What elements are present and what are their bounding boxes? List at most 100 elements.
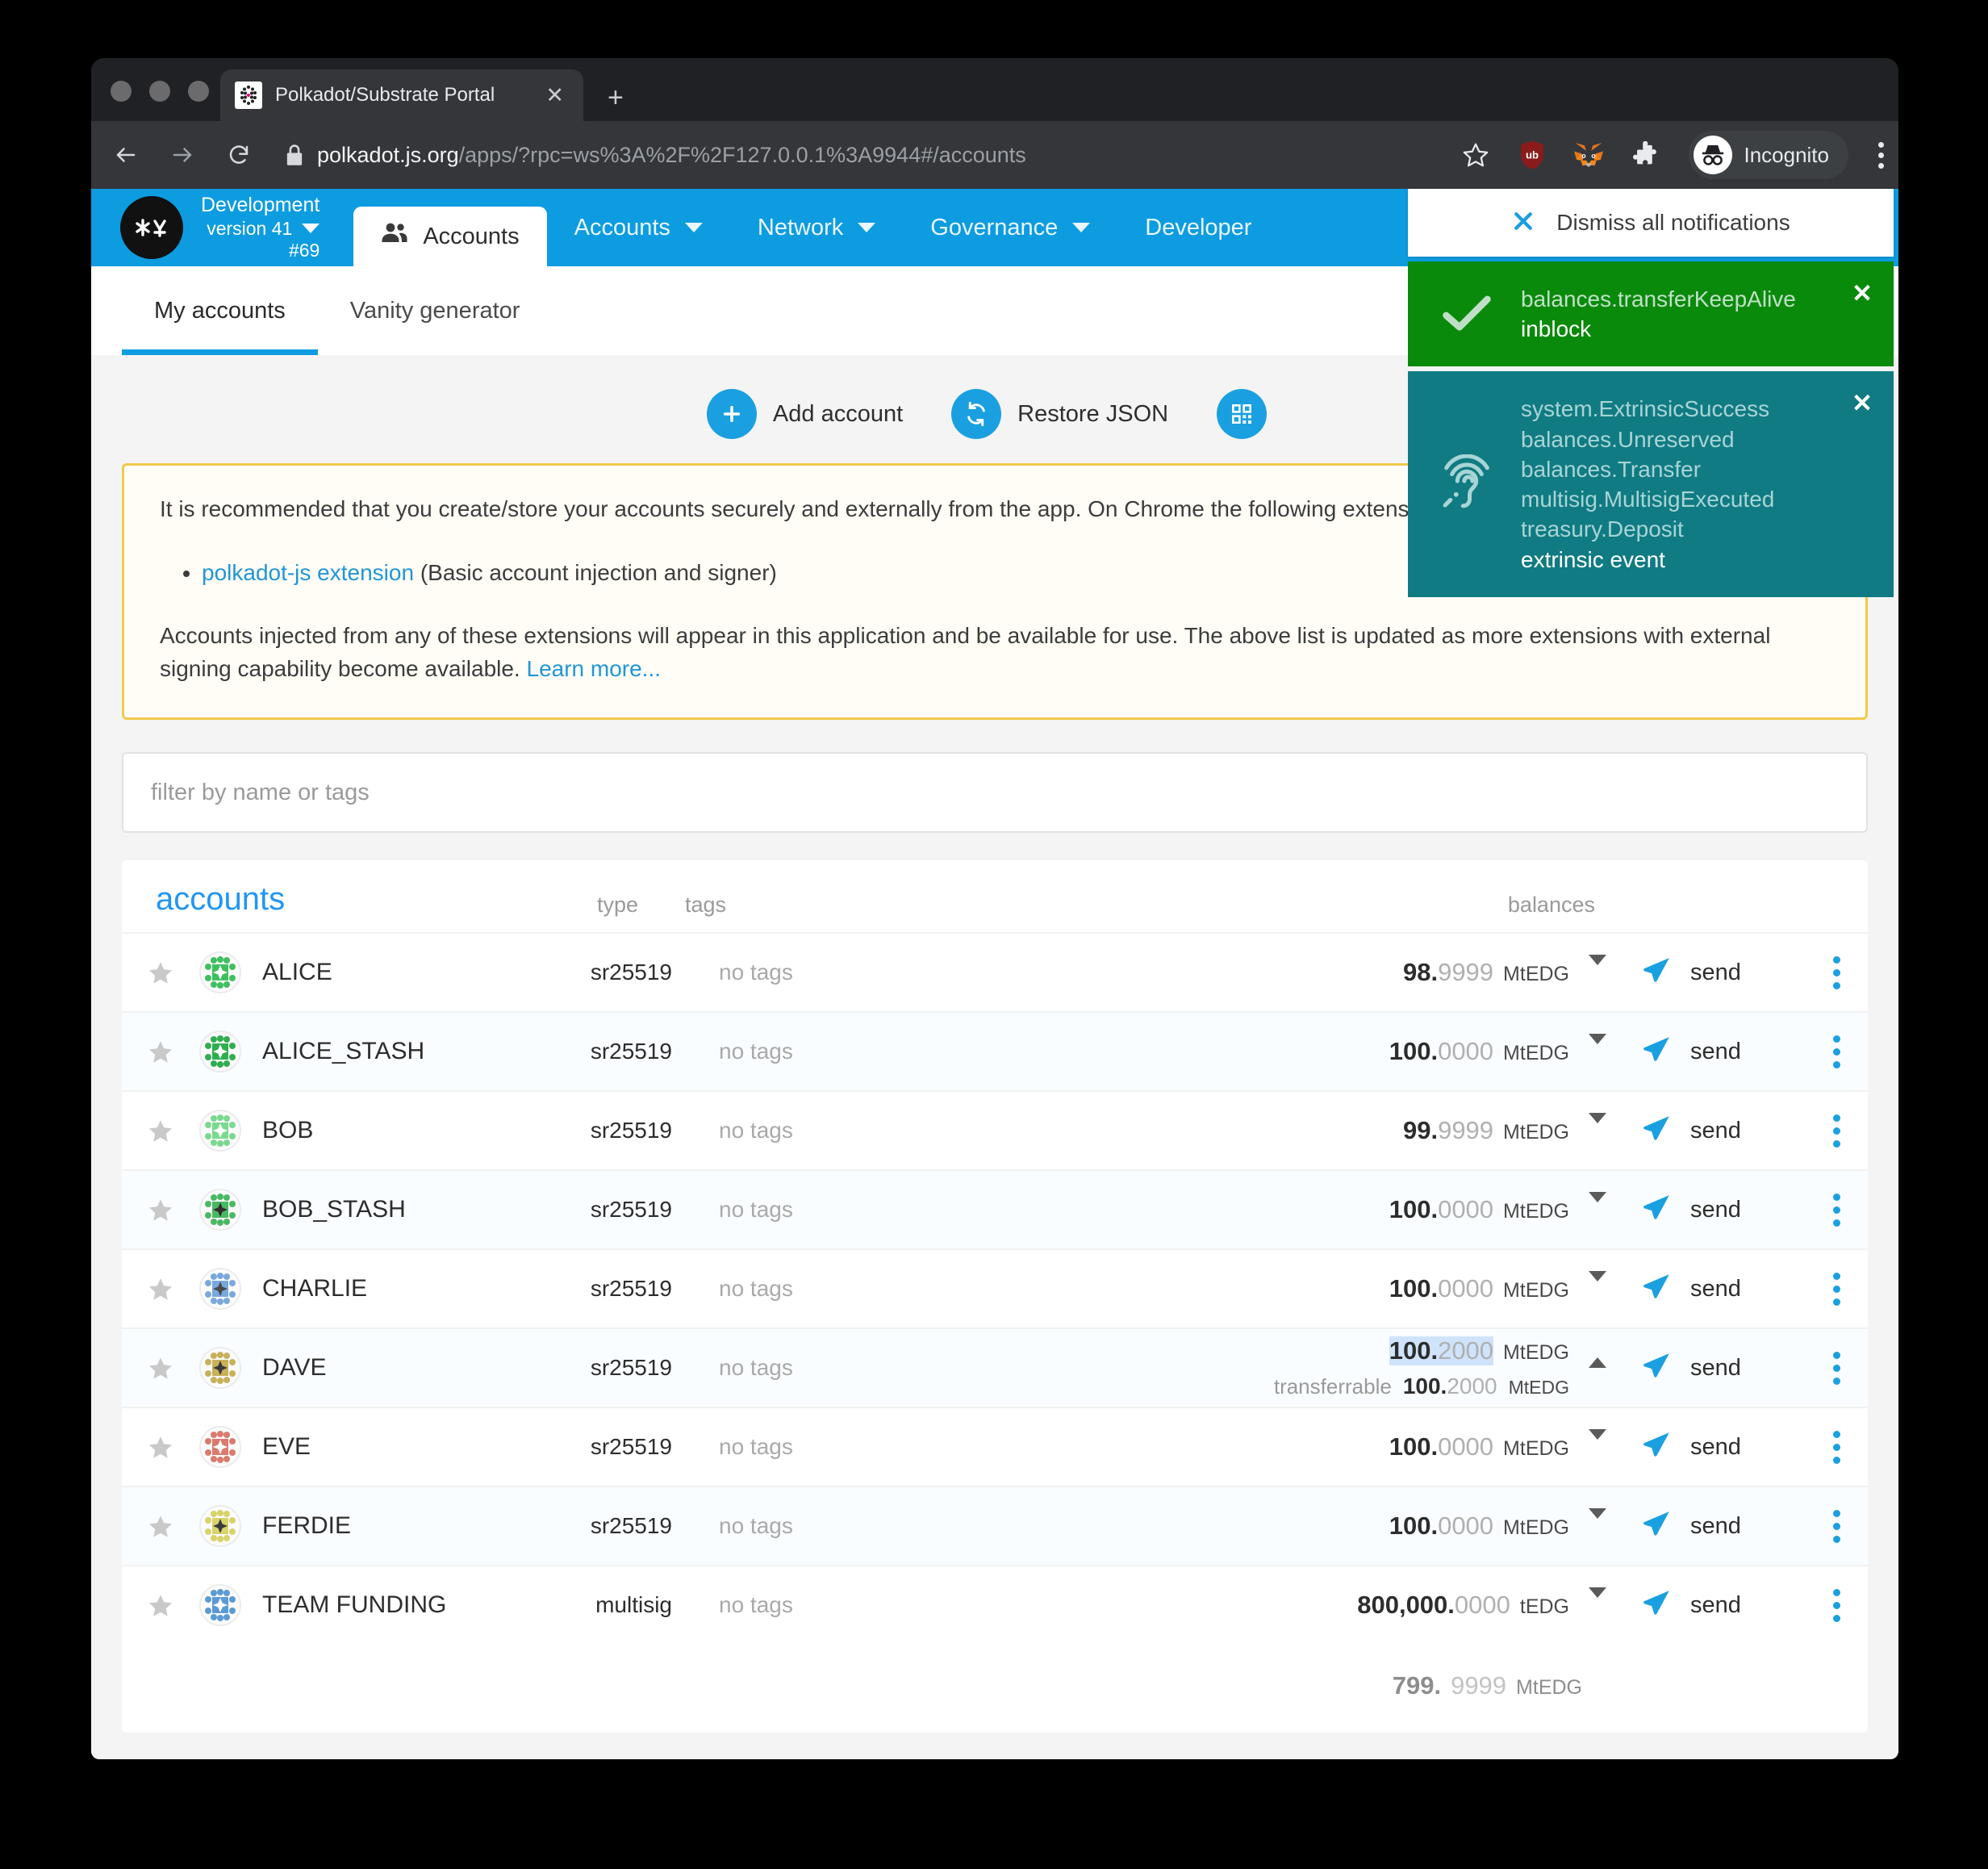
star-favorite-icon[interactable] [122, 1592, 199, 1619]
table-row[interactable]: EVE sr25519 no tags 100.0000 MtEDG send [122, 1407, 1868, 1486]
star-favorite-icon[interactable] [122, 1118, 199, 1144]
kebab-menu-icon[interactable] [1805, 1509, 1868, 1543]
star-favorite-icon[interactable] [122, 1355, 199, 1382]
chevron-down-icon[interactable] [1589, 1113, 1606, 1138]
chevron-down-icon[interactable] [1589, 1271, 1606, 1296]
address-bar[interactable]: polkadot.js.org/apps/?rpc=ws%3A%2F%2F127… [317, 143, 1026, 168]
kebab-menu-icon[interactable] [1805, 1035, 1868, 1068]
notification-inblock[interactable]: ✕ balances.transferKeepAlive inblock [1408, 261, 1894, 367]
table-row[interactable]: BOB sr25519 no tags 99.9999 MtEDG send [122, 1090, 1868, 1169]
search-input[interactable] [151, 779, 1839, 806]
close-icon[interactable]: ✕ [541, 84, 569, 107]
star-favorite-icon[interactable] [122, 1039, 199, 1065]
account-identity[interactable]: ALICE_STASH [199, 1031, 551, 1073]
kebab-menu-icon[interactable] [1805, 1272, 1868, 1306]
star-favorite-icon[interactable] [122, 1276, 199, 1302]
account-balance[interactable]: 98.9999 MtEDG [1403, 955, 1606, 987]
send-button[interactable]: send [1619, 1588, 1805, 1623]
star-icon[interactable] [1458, 137, 1493, 173]
polkadot-js-extension-link[interactable]: polkadot-js extension [202, 560, 414, 585]
nav-item-accounts[interactable]: Accounts [547, 189, 730, 266]
kebab-menu-icon[interactable] [1805, 1351, 1868, 1385]
account-tags[interactable]: no tags [672, 1355, 793, 1381]
send-button[interactable]: send [1619, 1035, 1805, 1069]
restore-json-button[interactable]: Restore JSON [951, 389, 1168, 439]
window-traffic-lights[interactable] [111, 81, 209, 102]
kebab-menu-icon[interactable] [1877, 141, 1884, 169]
account-tags[interactable]: no tags [672, 1513, 793, 1539]
kebab-menu-icon[interactable] [1805, 1430, 1868, 1464]
nav-item-governance[interactable]: Governance [903, 189, 1117, 266]
add-account-button[interactable]: Add account [706, 389, 903, 439]
account-balance[interactable]: 100.0000 MtEDG [1389, 1508, 1606, 1541]
account-tags[interactable]: no tags [672, 1039, 793, 1064]
chain-selector[interactable]: Development version 41 #69 [91, 189, 342, 266]
back-arrow-icon[interactable] [98, 131, 154, 179]
account-identity[interactable]: TEAM FUNDING [199, 1584, 551, 1627]
window-close-dot[interactable] [111, 81, 132, 102]
send-button[interactable]: send [1619, 1430, 1805, 1465]
table-row[interactable]: BOB_STASH sr25519 no tags 100.0000 MtEDG send [122, 1169, 1868, 1249]
ublock-origin-icon[interactable]: ub [1514, 137, 1550, 173]
account-tags[interactable]: no tags [672, 960, 793, 985]
account-balance[interactable]: 100.0000 MtEDG [1389, 1192, 1606, 1224]
metamask-fox-icon[interactable] [1571, 137, 1606, 173]
star-favorite-icon[interactable] [122, 1197, 199, 1223]
send-button[interactable]: send [1619, 955, 1805, 990]
tab-accounts-active[interactable]: Accounts [353, 207, 547, 266]
subtab-my-accounts[interactable]: My accounts [122, 266, 318, 355]
star-favorite-icon[interactable] [122, 960, 199, 986]
account-tags[interactable]: no tags [672, 1592, 793, 1618]
account-balance[interactable]: 100.0000 MtEDG [1389, 1271, 1606, 1303]
account-identity[interactable]: BOB_STASH [199, 1189, 551, 1231]
nav-item-network[interactable]: Network [730, 189, 903, 266]
reload-icon[interactable] [211, 131, 267, 179]
notification-extrinsic-event[interactable]: ✕ system.ExtrinsicSuccess balances.Unres… [1408, 371, 1894, 597]
account-balance[interactable]: 800,000.0000 tEDG [1357, 1587, 1606, 1620]
account-identity[interactable]: ALICE [199, 951, 551, 994]
filter-box[interactable] [122, 752, 1868, 834]
table-row[interactable]: TEAM FUNDING multisig no tags 800,000.0000 t… [122, 1565, 1868, 1644]
account-identity[interactable]: BOB [199, 1110, 551, 1152]
table-row[interactable]: ALICE sr25519 no tags 98.9999 MtEDG send [122, 932, 1868, 1011]
chevron-down-icon[interactable] [1589, 1508, 1606, 1533]
chevron-up-icon[interactable] [1589, 1344, 1606, 1369]
window-maximize-dot[interactable] [188, 81, 209, 102]
account-identity[interactable]: EVE [199, 1426, 551, 1469]
send-button[interactable]: send [1619, 1272, 1805, 1307]
browser-tab[interactable]: Polkadot/Substrate Portal ✕ [220, 69, 583, 121]
table-row[interactable]: FERDIE sr25519 no tags 100.0000 MtEDG send [122, 1486, 1868, 1566]
close-icon[interactable]: ✕ [1852, 391, 1873, 416]
account-identity[interactable]: CHARLIE [199, 1268, 551, 1311]
qr-account-button[interactable] [1217, 389, 1283, 439]
chevron-down-icon[interactable] [1589, 1034, 1606, 1059]
send-button[interactable]: send [1619, 1114, 1805, 1148]
account-identity[interactable]: FERDIE [199, 1505, 551, 1548]
plus-icon[interactable]: + [608, 84, 624, 111]
learn-more-link[interactable]: Learn more... [527, 656, 662, 681]
account-tags[interactable]: no tags [672, 1276, 793, 1302]
kebab-menu-icon[interactable] [1805, 1193, 1868, 1227]
chevron-down-icon[interactable] [1589, 1429, 1606, 1454]
window-minimize-dot[interactable] [149, 81, 170, 102]
subtab-vanity-generator[interactable]: Vanity generator [318, 266, 553, 355]
account-balance[interactable]: 100.0000 MtEDG [1389, 1034, 1606, 1066]
account-tags[interactable]: no tags [672, 1118, 793, 1144]
kebab-menu-icon[interactable] [1805, 1588, 1868, 1622]
send-button[interactable]: send [1619, 1351, 1805, 1386]
star-favorite-icon[interactable] [122, 1434, 199, 1461]
chevron-down-icon[interactable] [1589, 1192, 1606, 1217]
chevron-down-icon[interactable] [1589, 1587, 1606, 1612]
chevron-down-icon[interactable] [1589, 955, 1606, 980]
account-balance[interactable]: 100.0000 MtEDG [1389, 1429, 1606, 1461]
close-icon[interactable]: ✕ [1852, 281, 1873, 306]
send-button[interactable]: send [1619, 1193, 1805, 1227]
account-balance[interactable]: 100.2000 MtEDG [1389, 1336, 1606, 1369]
account-identity[interactable]: DAVE [199, 1347, 551, 1390]
star-favorite-icon[interactable] [122, 1513, 199, 1540]
send-button[interactable]: send [1619, 1509, 1805, 1544]
table-row[interactable]: DAVE sr25519 no tags 100.2000 MtEDG transferr… [122, 1328, 1868, 1407]
table-row[interactable]: CHARLIE sr25519 no tags 100.0000 MtEDG send [122, 1248, 1868, 1328]
forward-arrow-icon[interactable] [154, 131, 211, 179]
dismiss-all-notifications-button[interactable]: Dismiss all notifications [1408, 189, 1894, 257]
